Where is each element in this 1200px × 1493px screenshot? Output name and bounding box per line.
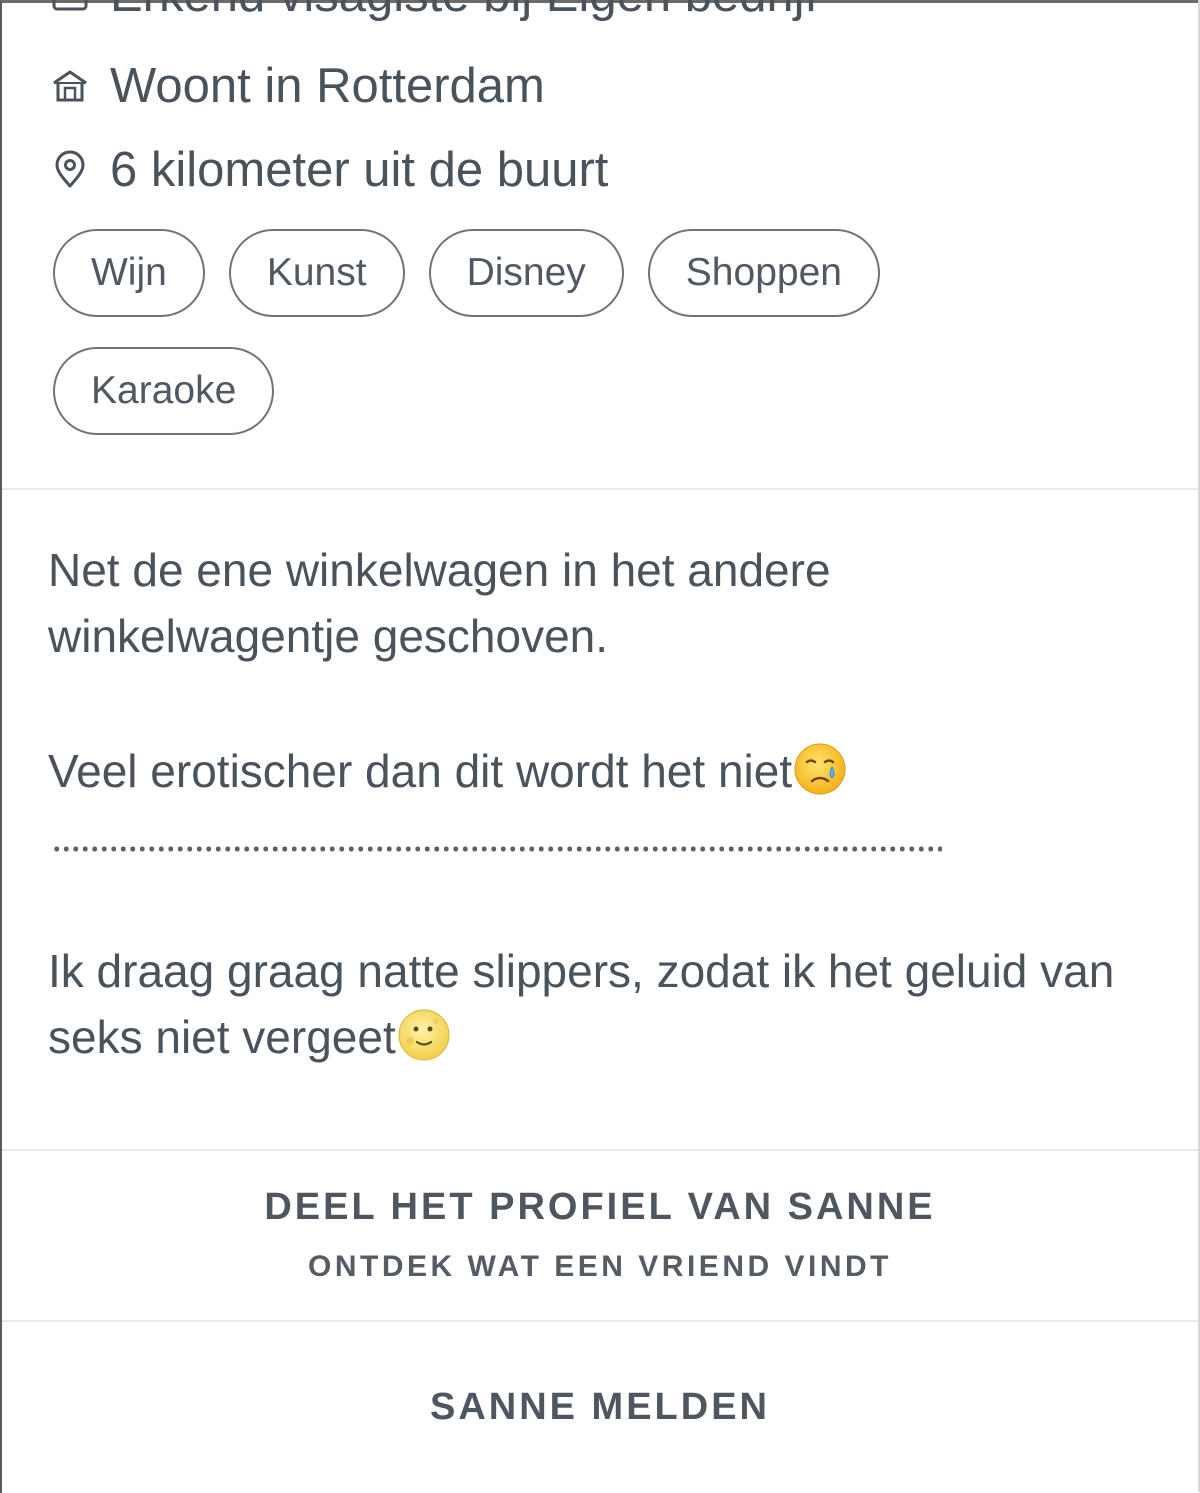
interest-tags: Wijn Kunst Disney Shoppen Karaoke [53, 229, 1013, 435]
interest-tag[interactable]: Shoppen [647, 229, 880, 317]
interest-tag[interactable]: Karaoke [53, 347, 275, 435]
section-divider [2, 1320, 1198, 1322]
share-profile-subtitle: ONTDEK WAT EEN VRIEND VINDT [308, 1250, 892, 1283]
bio-paragraph-3: Ik draag graag natte slippers, zodat ik … [48, 938, 1128, 1070]
section-divider [2, 488, 1198, 490]
house-icon [50, 66, 90, 106]
bio-paragraph-2: Veel erotischer dan dit wordt het niet [48, 738, 1128, 804]
interest-tag[interactable]: Disney [428, 229, 624, 317]
lives-row: Woont in Rotterdam [50, 58, 545, 114]
lives-text: Woont in Rotterdam [110, 59, 545, 113]
interest-tag[interactable]: Wijn [53, 229, 205, 317]
distance-text: 6 kilometer uit de buurt [110, 143, 609, 197]
briefcase-icon [50, 0, 90, 15]
location-pin-icon [50, 150, 90, 190]
interest-tag[interactable]: Kunst [228, 229, 405, 317]
distance-row: 6 kilometer uit de buurt [50, 142, 608, 198]
bio-paragraph-1: Net de ene winkelwagen in het andere win… [48, 544, 831, 662]
job-text: Erkend visagiste bij Eigen bedrijf [110, 0, 818, 23]
dotted-separator [52, 845, 942, 853]
smiling-face-with-tear-emoji [792, 741, 848, 797]
report-button[interactable]: SANNE MELDEN [0, 1386, 1200, 1429]
bio-text-3: Ik draag graag natte slippers, zodat ik … [48, 945, 1115, 1063]
bio-text-2: Veel erotischer dan dit wordt het niet [48, 745, 793, 797]
job-row: Erkend visagiste bij Eigen bedrijf [50, 0, 818, 23]
share-profile-button[interactable]: DEEL HET PROFIEL VAN SANNE [0, 1186, 1200, 1229]
section-divider [2, 1149, 1198, 1151]
full-moon-face-emoji [396, 1007, 452, 1063]
